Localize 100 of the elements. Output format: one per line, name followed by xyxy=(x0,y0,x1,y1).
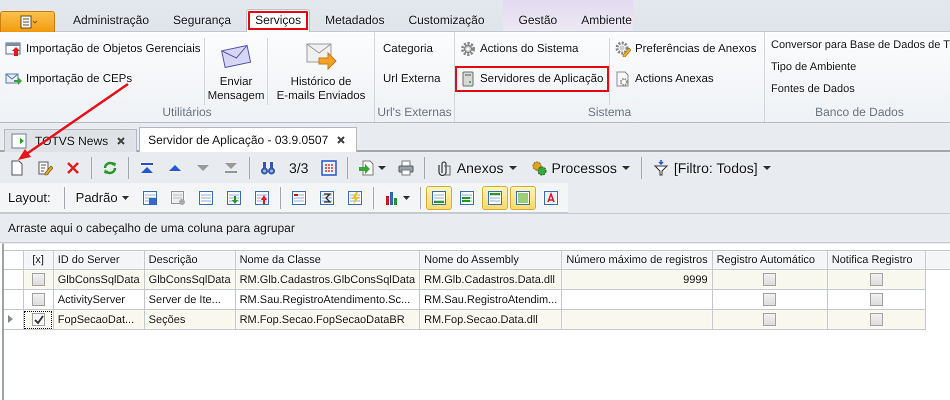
column-header[interactable]: Descrição xyxy=(144,250,236,270)
application-menu-button[interactable] xyxy=(0,11,55,32)
document-tab[interactable]: Servidor de Aplicação - 03.9.0507 xyxy=(139,127,358,152)
table-cell: GlbConsSqlData xyxy=(144,270,236,290)
group-label: Url's Externas xyxy=(376,105,453,121)
checkbox[interactable] xyxy=(870,313,883,326)
group-label: Sistema xyxy=(586,105,632,121)
table-lightning-icon xyxy=(346,190,363,206)
caret-icon xyxy=(622,164,630,172)
table-cell: RM.Fop.Secao.FopSecaoDataBR xyxy=(235,310,420,330)
ribbon-button[interactable]: Importação de CEPs xyxy=(2,68,202,90)
toolbar-menu[interactable]: Anexos xyxy=(430,160,523,176)
bar-chart-icon xyxy=(384,190,400,206)
arrow-bottom-icon xyxy=(225,162,237,172)
ribbon-button[interactable]: Actions do Sistema xyxy=(457,38,607,60)
group-label: Banco de Dados xyxy=(814,105,905,121)
table-icon xyxy=(170,190,186,206)
column-header[interactable]: Registro Automático xyxy=(712,250,828,270)
refresh-icon xyxy=(102,160,118,176)
server-icon xyxy=(460,71,476,87)
ribbon-tab[interactable]: Serviços xyxy=(246,9,310,32)
ribbon-button[interactable]: Servidores de Aplicação xyxy=(457,68,607,90)
ribbon-tab[interactable]: Administração xyxy=(64,9,158,31)
mail-import-icon xyxy=(5,71,22,87)
checkbox[interactable] xyxy=(32,293,45,306)
grid-icon xyxy=(321,160,338,176)
arrow-down-icon xyxy=(197,164,209,170)
column-header[interactable]: ID do Server xyxy=(53,250,144,270)
table-icon xyxy=(430,190,447,206)
checkbox[interactable] xyxy=(32,273,45,286)
layout-menu[interactable]: Padrão xyxy=(70,190,135,205)
column-header[interactable]: Nome do Assembly xyxy=(420,250,562,270)
column-header[interactable]: [x] xyxy=(23,250,54,270)
table-icon xyxy=(290,190,307,206)
table-save-icon xyxy=(142,190,158,206)
ribbon-button[interactable]: Preferências de Anexos xyxy=(612,38,762,60)
caret-icon xyxy=(402,194,410,202)
arrow-top-icon xyxy=(141,162,153,172)
caret-icon xyxy=(762,164,771,172)
ribbon-tab[interactable]: Segurança xyxy=(164,9,240,31)
caret-icon xyxy=(508,164,517,172)
table-cell: Seções xyxy=(144,310,236,330)
checkbox[interactable] xyxy=(763,273,776,286)
checkbox[interactable] xyxy=(870,273,883,286)
checkbox[interactable] xyxy=(763,293,776,306)
column-header[interactable]: Número máximo de registros xyxy=(562,250,712,270)
checkbox[interactable] xyxy=(32,313,45,326)
sigma-icon xyxy=(318,190,335,206)
table-cell: FopSecaoDat... xyxy=(53,310,144,330)
filter-icon xyxy=(652,160,669,176)
import-icon xyxy=(5,41,22,57)
checkbox[interactable] xyxy=(870,293,883,306)
checkbox[interactable] xyxy=(763,313,776,326)
ribbon-button[interactable]: Url Externa xyxy=(377,68,447,90)
layout-label: Layout: xyxy=(8,190,52,205)
ribbon-tab[interactable]: Metadados xyxy=(316,9,394,31)
table-cell: RM.Fop.Secao.Data.dll xyxy=(420,310,562,330)
ribbon-button[interactable]: Enviar Mensagem xyxy=(207,38,265,105)
view-toggle-button[interactable] xyxy=(482,186,508,210)
table-cell: RM.Glb.Cadastros.Data.dll xyxy=(420,270,562,290)
group-label: Utilitários xyxy=(161,105,213,121)
gear-icon xyxy=(460,41,476,57)
view-toggle-button[interactable] xyxy=(426,186,452,210)
page-pencil-icon xyxy=(37,160,53,176)
close-icon xyxy=(336,135,346,145)
row-indicator-icon xyxy=(8,314,13,322)
ribbon-tab[interactable]: Ambiente xyxy=(572,9,641,31)
table-icon xyxy=(198,190,214,206)
news-icon xyxy=(11,133,27,149)
ribbon-button[interactable]: Categoria xyxy=(377,38,447,60)
table-cell: RM.Glb.Cadastros.GlbConsSqlData xyxy=(235,270,420,290)
arrow-up-icon xyxy=(169,164,181,170)
ribbon-tab[interactable]: Gestão xyxy=(510,9,566,31)
menu-icon xyxy=(18,14,38,30)
table-icon xyxy=(514,190,531,206)
ribbon-button[interactable]: Tipo de Ambiente xyxy=(767,56,950,78)
toolbar-menu[interactable]: [Filtro: Todos] xyxy=(646,160,777,176)
gears-icon xyxy=(530,160,547,176)
ribbon-button[interactable]: Fontes de Dados xyxy=(767,78,950,100)
ribbon-button[interactable]: Histórico de E-mails Enviados xyxy=(270,38,372,105)
ribbon-tab[interactable]: Customização xyxy=(399,9,494,31)
table-cell: GlbConsSqlData xyxy=(53,270,144,290)
group-panel-hint: Arraste aqui o cabeçalho de uma coluna para agrupar xyxy=(0,213,950,243)
caret-icon xyxy=(378,164,386,172)
toolbar-menu[interactable]: Processos xyxy=(524,160,636,176)
close-icon xyxy=(116,136,126,146)
ribbon-button[interactable]: Conversor para Base de Dados de T xyxy=(767,34,950,56)
column-header[interactable]: Nome da Classe xyxy=(235,250,420,270)
table-cell: 9999 xyxy=(562,270,712,290)
paperclip-icon xyxy=(436,160,452,176)
ribbon-button[interactable]: Actions Anexas xyxy=(612,68,762,90)
printer-icon xyxy=(398,160,414,176)
column-header[interactable]: Notifica Registro xyxy=(827,250,926,270)
check-icon xyxy=(32,314,44,325)
page-gear-icon xyxy=(615,71,631,87)
record-counter: 3/3 xyxy=(288,160,310,176)
binoculars-icon xyxy=(260,160,276,176)
view-toggle-button[interactable] xyxy=(510,186,536,210)
table-icon xyxy=(458,190,475,206)
ribbon-button[interactable]: Importação de Objetos Gerenciais xyxy=(2,38,202,60)
